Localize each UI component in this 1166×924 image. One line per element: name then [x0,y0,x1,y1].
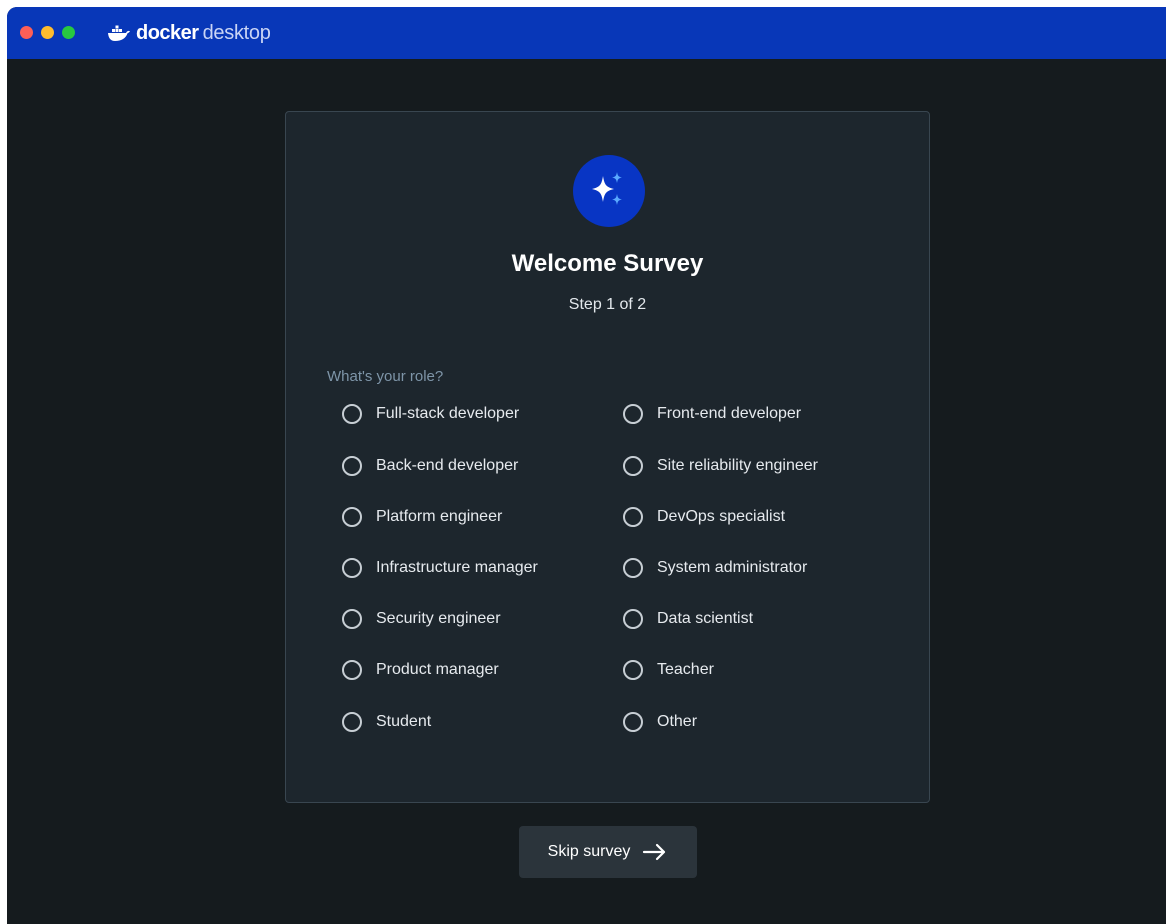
app-window: docker desktop Welcome Survey Step 1 of … [7,7,1166,924]
role-option-back-end-developer[interactable]: Back-end developer [342,452,518,480]
role-option-label: Security engineer [376,610,501,627]
radio-button[interactable] [342,609,362,629]
role-option-label: Other [657,713,698,730]
radio-button[interactable] [623,404,643,424]
role-option-label: Back-end developer [376,457,519,474]
radio-button[interactable] [342,507,362,527]
radio-button[interactable] [342,660,362,680]
role-option-label: Teacher [657,661,714,678]
radio-button[interactable] [623,609,643,629]
radio-button[interactable] [623,660,643,680]
role-option-label: Infrastructure manager [376,559,538,576]
role-option-label: Front-end developer [657,405,802,422]
sparkles-badge [573,155,645,227]
role-option-platform-engineer[interactable]: Platform engineer [342,503,502,531]
role-option-system-administrator[interactable]: System administrator [623,554,807,582]
role-option-label: Full-stack developer [376,405,520,422]
docker-whale-icon [108,25,130,41]
survey-step-indicator: Step 1 of 2 [568,296,647,313]
sparkles-icon [592,172,622,205]
welcome-survey-card: Welcome Survey Step 1 of 2 What's your r… [285,111,930,803]
skip-survey-label: Skip survey [547,843,631,860]
title-bar: docker desktop [7,7,1166,59]
radio-button[interactable] [342,456,362,476]
skip-survey-button[interactable]: Skip survey [519,826,697,878]
radio-button[interactable] [342,404,362,424]
radio-button[interactable] [623,712,643,732]
role-option-label: System administrator [657,559,808,576]
role-option-front-end-developer[interactable]: Front-end developer [623,400,801,428]
radio-button[interactable] [623,507,643,527]
role-question-label: What's your role? [327,368,444,385]
role-option-other[interactable]: Other [623,708,697,736]
brand-docker-text: docker [136,21,199,44]
maximize-window-button[interactable] [62,26,75,39]
role-option-product-manager[interactable]: Product manager [342,656,499,684]
survey-title: Welcome Survey [511,250,704,277]
role-option-security-engineer[interactable]: Security engineer [342,605,501,633]
role-option-label: Site reliability engineer [657,457,818,474]
role-option-label: Student [376,713,432,730]
role-option-devops-specialist[interactable]: DevOps specialist [623,503,785,531]
role-option-teacher[interactable]: Teacher [623,656,714,684]
docker-desktop-logo: docker desktop [107,20,271,46]
role-option-label: Data scientist [657,610,754,627]
role-option-full-stack-developer[interactable]: Full-stack developer [342,400,519,428]
arrow-right-icon [643,843,666,861]
role-option-label: Product manager [376,661,499,678]
radio-button[interactable] [623,558,643,578]
minimize-window-button[interactable] [41,26,54,39]
radio-button[interactable] [342,712,362,732]
brand-desktop-text: desktop [202,21,271,44]
role-option-student[interactable]: Student [342,708,431,736]
role-option-data-scientist[interactable]: Data scientist [623,605,753,633]
role-option-infrastructure-manager[interactable]: Infrastructure manager [342,554,538,582]
close-window-button[interactable] [20,26,33,39]
role-option-label: DevOps specialist [657,508,786,525]
radio-button[interactable] [623,456,643,476]
role-option-label: Platform engineer [376,508,503,525]
role-option-site-reliability-engineer[interactable]: Site reliability engineer [623,452,818,480]
radio-button[interactable] [342,558,362,578]
